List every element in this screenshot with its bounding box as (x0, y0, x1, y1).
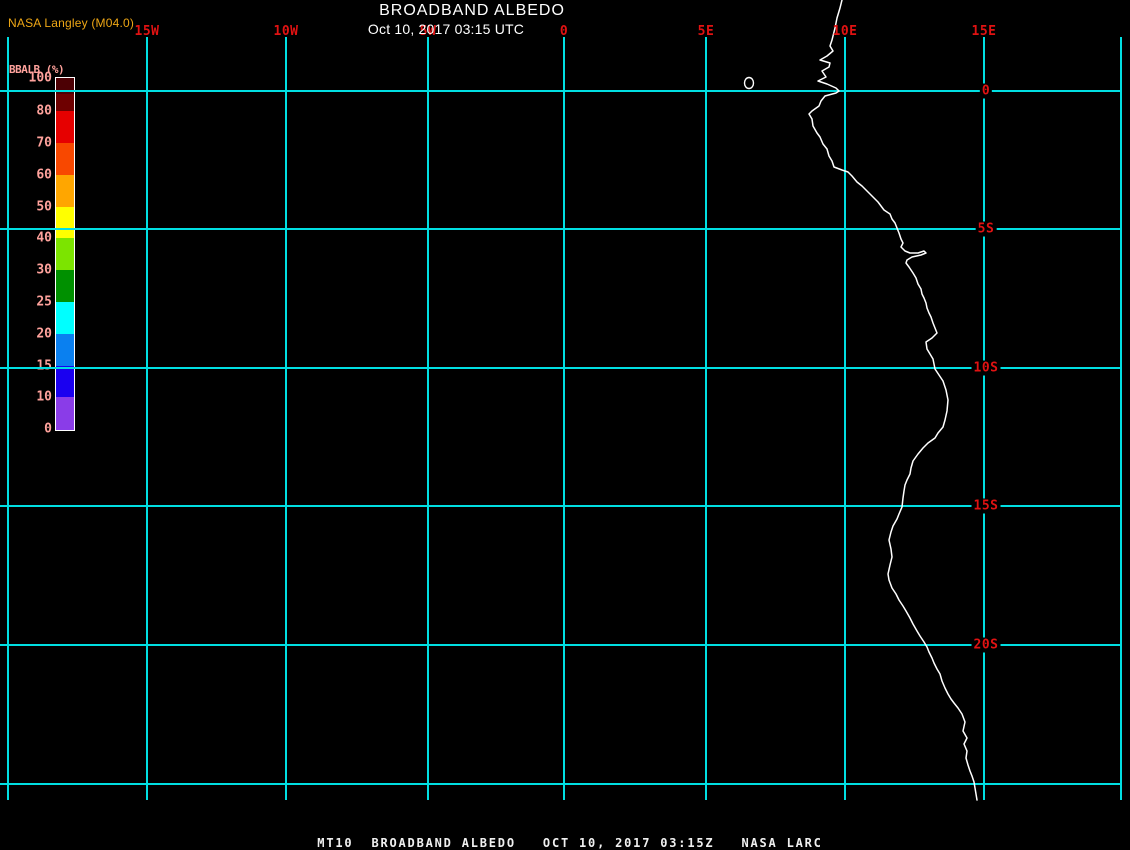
longitude-label-10E: 10E (832, 24, 858, 39)
island-outline (743, 76, 755, 90)
longitude-label-10W: 10W (273, 24, 299, 39)
latitude-label-10S: 10S (971, 360, 1001, 376)
latitude-label-5S: 5S (975, 221, 997, 237)
longitude-label-15W: 15W (134, 24, 160, 39)
coastline-path (808, 0, 978, 801)
longitude-label-5E: 5E (697, 24, 715, 39)
longitude-label-15E: 15E (971, 24, 997, 39)
latitude-label-0: 0 (979, 83, 993, 99)
albedo-map-stage: NASA Langley (M04.0) BROADBAND ALBEDO 15… (0, 0, 1130, 850)
nasa-langley-version-label: NASA Langley (M04.0) (8, 16, 135, 30)
longitude-label-0: 0 (559, 24, 569, 39)
coastline-layer (743, 0, 978, 801)
timestamp-subtitle: Oct 10, 2017 03:15 UTC (367, 21, 525, 37)
footer-caption: MT10 BROADBAND ALBEDO OCT 10, 2017 03:15… (317, 836, 823, 850)
latitude-label-15S: 15S (971, 498, 1001, 514)
latitude-label-20S: 20S (971, 637, 1001, 653)
colorbar-title: BBALB (%) (9, 63, 65, 76)
page-title: BROADBAND ALBEDO (379, 2, 565, 19)
